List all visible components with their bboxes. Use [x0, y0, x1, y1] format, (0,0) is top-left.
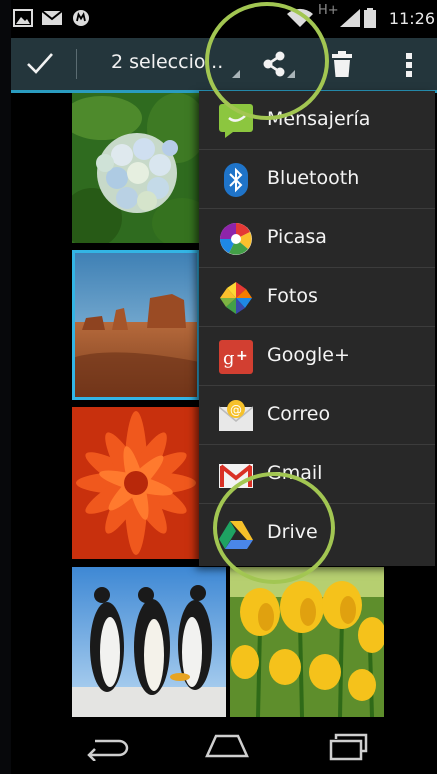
svg-text:+: + — [236, 348, 248, 364]
check-icon[interactable] — [25, 50, 55, 82]
photo-thumbnail-orange-flower[interactable] — [72, 407, 200, 559]
menu-item-label: Correo — [267, 403, 331, 425]
menu-item-label: Bluetooth — [267, 167, 360, 189]
selection-count-dropdown[interactable]: 2 seleccio... — [111, 51, 223, 73]
menu-item-label: Drive — [267, 521, 318, 543]
menu-item-label: Google+ — [267, 344, 350, 366]
share-menu-item-gmail[interactable]: Gmail — [199, 445, 435, 504]
photo-thumbnail-desert[interactable] — [72, 250, 200, 400]
svg-text:g: g — [223, 348, 235, 369]
more-vert-icon[interactable] — [405, 52, 413, 82]
wifi-icon — [286, 8, 314, 32]
picasa-icon — [219, 222, 253, 256]
menu-item-label: Picasa — [267, 226, 327, 248]
share-menu-item-google-plus[interactable]: g + Google+ — [199, 327, 435, 386]
photo-thumbnail-penguins[interactable] — [72, 567, 226, 717]
dropdown-indicator — [232, 70, 240, 78]
network-type: H+ — [318, 3, 339, 18]
app-notification-icon — [72, 9, 90, 31]
gmail-icon — [219, 458, 253, 492]
share-menu-item-drive[interactable]: Drive — [199, 504, 435, 563]
battery-icon — [364, 8, 376, 32]
share-menu-item-bluetooth[interactable]: Bluetooth — [199, 150, 435, 209]
photos-icon — [219, 281, 253, 315]
navigation-bar — [11, 723, 437, 774]
svg-text:@: @ — [230, 403, 242, 417]
mail-icon — [41, 9, 63, 31]
home-icon[interactable] — [204, 733, 250, 763]
back-icon[interactable] — [85, 735, 129, 765]
menu-item-label: Fotos — [267, 285, 318, 307]
status-bar: H+ 11:26 — [11, 0, 437, 38]
trash-icon[interactable] — [331, 49, 353, 83]
action-bar-divider — [76, 49, 77, 79]
google-plus-icon: g + — [219, 340, 253, 374]
phone-screen: H+ 11:26 2 seleccio... Mensajería Blueto… — [0, 0, 437, 774]
bluetooth-icon — [219, 163, 253, 197]
drive-icon — [219, 517, 253, 551]
share-icon[interactable] — [262, 50, 288, 82]
share-menu: Mensajería Bluetooth Picasa Fotos g + Go… — [199, 91, 435, 566]
menu-item-label: Gmail — [267, 462, 323, 484]
photo-thumbnail-hydrangea[interactable] — [72, 93, 200, 243]
action-bar: 2 seleccio... — [11, 38, 437, 90]
share-menu-item-picasa[interactable]: Picasa — [199, 209, 435, 268]
gallery-notification-icon — [13, 9, 33, 31]
signal-icon — [339, 8, 361, 32]
messaging-icon — [219, 104, 253, 138]
clock: 11:26 — [388, 9, 435, 28]
recent-apps-icon[interactable] — [328, 733, 370, 765]
menu-item-label: Mensajería — [267, 108, 371, 130]
share-dropdown-indicator — [287, 70, 295, 78]
share-menu-item-messaging[interactable]: Mensajería — [199, 91, 435, 150]
screen-edge-left — [0, 0, 11, 774]
photo-thumbnail-tulips[interactable] — [230, 567, 384, 717]
share-menu-item-photos[interactable]: Fotos — [199, 268, 435, 327]
email-icon: @ — [218, 399, 254, 433]
share-menu-item-email[interactable]: @ Correo — [199, 386, 435, 445]
